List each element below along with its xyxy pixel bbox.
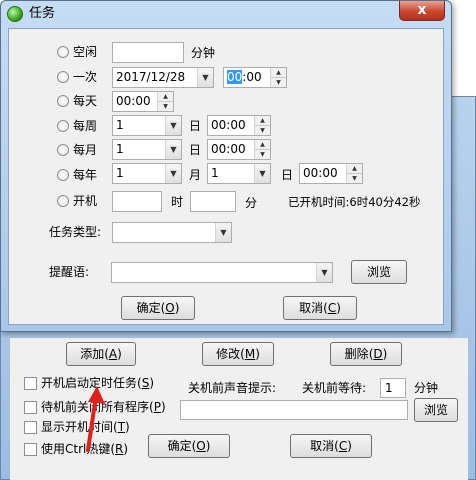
dialog-title: 任务 [29,6,56,21]
reminder-browse-button[interactable]: 浏览 [351,260,407,284]
red-arrow-icon [86,386,105,452]
monthly-day-unit: 日 [189,143,202,157]
spin-arrows-icon[interactable]: ▲ ▼ [254,140,270,159]
weekly-label: 每周 [73,119,98,133]
shutdown-wait-label: 关机前等待: [302,381,367,395]
chevron-down-icon[interactable]: ▼ [165,164,181,183]
delete-key: D [373,347,383,361]
weekly-time-spinner[interactable]: 00:00 ▲ ▼ [207,115,271,136]
autostart-checkbox[interactable] [24,377,37,390]
close-programs-checkbox[interactable] [24,401,37,414]
spin-arrows-icon[interactable]: ▲ ▼ [254,116,270,135]
main-cancel-label: 取消 [310,439,335,453]
boot-minutes-input[interactable] [190,191,236,212]
monthly-label: 每月 [73,143,98,157]
reminder-label: 提醒语: [49,265,90,279]
task-type-label: 任务类型: [49,225,102,239]
monthly-time-spinner[interactable]: 00:00 ▲ ▼ [207,139,271,160]
yearly-time-spinner[interactable]: 00:00 ▲ ▼ [299,163,363,184]
daily-label: 每天 [73,94,98,108]
chevron-down-icon[interactable]: ▼ [165,116,181,135]
modify-key: M [244,347,256,361]
main-cancel-button[interactable]: 取消(C) [290,434,372,458]
modify-button[interactable]: 修改(M) [202,342,274,366]
weekly-day-select[interactable]: 1 ▼ [112,115,182,136]
yearly-month-unit: 月 [189,168,202,182]
monthly-day-select[interactable]: 1 ▼ [112,139,182,160]
idle-label: 空闲 [73,45,98,59]
once-date-value: 2017/12/28 [116,70,186,84]
yearly-time-value: 00:00 [303,166,338,180]
ctrl-hotkey-checkbox[interactable] [24,443,37,456]
radio-monthly[interactable] [57,144,69,156]
daily-time-value: 00:00 [116,94,151,108]
sound-browse-button[interactable]: 浏览 [414,398,458,422]
boot-hours-input[interactable] [112,191,162,212]
monthly-time-value: 00:00 [211,142,246,156]
dialog-cancel-label: 取消 [299,301,324,315]
dialog-cancel-button[interactable]: 取消(C) [283,296,357,320]
dialog-cancel-key: C [327,301,337,315]
yearly-day-select[interactable]: 1 ▼ [207,163,271,184]
boot-hour-unit: 时 [171,195,184,209]
yearly-month-select[interactable]: 1 ▼ [112,163,182,184]
once-label: 一次 [73,70,98,84]
shutdown-wait-unit: 分钟 [414,381,439,395]
once-date-picker[interactable]: 2017/12/28 ▼ [112,67,214,88]
app-icon [7,6,23,22]
add-button-label: 添加 [80,347,105,361]
weekly-day-value: 1 [116,118,124,132]
dialog-ok-button[interactable]: 确定(O) [121,296,195,320]
idle-unit: 分钟 [191,46,216,60]
dialog-ok-label: 确定 [136,301,161,315]
add-key: A [108,347,118,361]
dialog-ok-key: O [165,301,175,315]
monthly-day-value: 1 [116,142,124,156]
main-ok-label: 确定 [167,439,192,453]
yearly-month-value: 1 [116,166,124,180]
radio-daily[interactable] [57,95,69,107]
idle-minutes-input[interactable] [112,42,184,63]
main-ok-key: O [196,439,206,453]
chevron-down-icon[interactable]: ▼ [197,68,213,87]
weekly-time-value: 00:00 [211,118,246,132]
show-boot-time-checkbox[interactable] [24,421,37,434]
boot-label: 开机 [73,194,98,208]
weekly-day-unit: 日 [189,119,202,133]
reminder-select[interactable]: ▼ [111,262,333,283]
once-time-spinner[interactable]: 00:00 ▲ ▼ [223,67,287,88]
daily-time-spinner[interactable]: 00:00 ▲ ▼ [112,91,174,112]
main-ok-button[interactable]: 确定(O) [148,434,230,458]
radio-idle[interactable] [57,46,69,58]
yearly-day-value: 1 [211,166,219,180]
radio-weekly[interactable] [57,120,69,132]
shutdown-sound-label: 关机前声音提示: [188,381,277,395]
chevron-down-icon[interactable]: ▼ [316,263,332,282]
once-minute: :00 [242,70,262,84]
modify-button-label: 修改 [216,347,241,361]
delete-button[interactable]: 删除(D) [330,342,402,366]
task-dialog: 任务 x 空闲 分钟 一次 2017/12/28 ▼ 00:00 ▲ ▼ 每天 00:… [0,0,452,332]
spin-arrows-icon[interactable]: ▲ ▼ [157,92,173,111]
yearly-label: 每年 [73,168,98,182]
main-cancel-key: C [338,439,348,453]
spin-arrows-icon[interactable]: ▲ ▼ [346,164,362,183]
once-hour-selected[interactable]: 00 [227,70,243,84]
close-icon[interactable]: x [399,1,445,21]
sound-file-input[interactable] [180,400,408,420]
chevron-down-icon[interactable]: ▼ [165,140,181,159]
yearly-day-unit: 日 [281,168,294,182]
spin-arrows-icon[interactable]: ▲ ▼ [270,68,286,87]
radio-yearly[interactable] [57,169,69,181]
task-type-select[interactable]: ▼ [112,222,232,243]
radio-boot[interactable] [57,195,69,207]
add-button[interactable]: 添加(A) [66,342,136,366]
delete-button-label: 删除 [344,347,369,361]
boot-minute-unit: 分 [245,196,258,210]
chevron-down-icon[interactable]: ▼ [254,164,270,183]
chevron-down-icon[interactable]: ▼ [215,223,231,242]
shutdown-wait-input[interactable]: 1 [380,378,406,398]
radio-once[interactable] [57,71,69,83]
uptime-text: 已开机时间:6时40分42秒 [288,195,421,209]
